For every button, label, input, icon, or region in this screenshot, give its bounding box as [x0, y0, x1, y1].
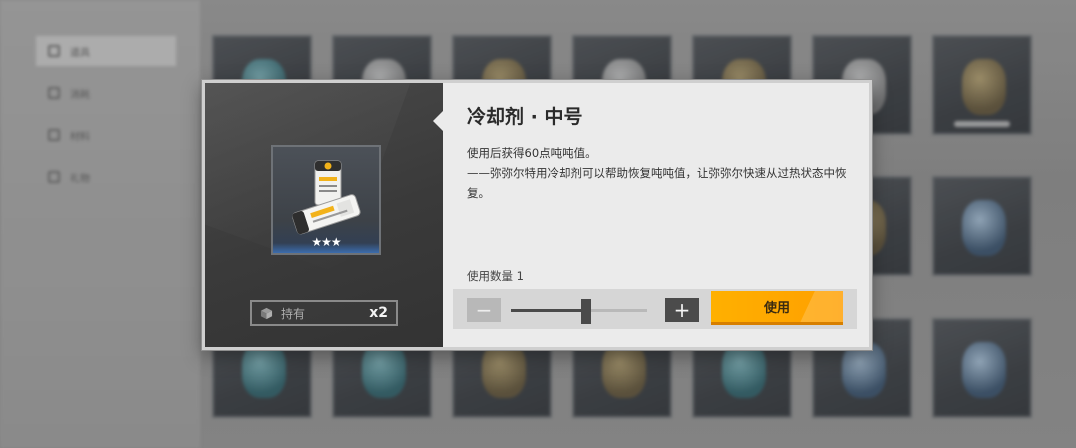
- quantity-label: 使用数量 1: [467, 269, 524, 283]
- rarity-stars: ★★★: [311, 235, 341, 249]
- use-button[interactable]: 使用: [711, 291, 843, 325]
- decrease-quantity-button[interactable]: −: [467, 298, 501, 322]
- quantity-slider[interactable]: [511, 309, 647, 312]
- quantity-slider-fill: [511, 309, 586, 312]
- owned-label: 持有: [281, 306, 306, 321]
- quantity-slider-handle[interactable]: [580, 299, 591, 324]
- panel-pointer: [433, 111, 443, 131]
- item-icon-frame: ★★★: [271, 145, 381, 255]
- cube-icon: [260, 307, 273, 319]
- item-preview-panel: ★★★ 持有 x2: [205, 83, 443, 347]
- owned-count: x2: [369, 305, 388, 321]
- item-description-effect: 使用后获得60点吨吨值。: [467, 146, 597, 160]
- owned-count-box: 持有 x2: [250, 300, 398, 326]
- item-description-flavor: ——弥弥尔特用冷却剂可以帮助恢复吨吨值，让弥弥尔快速从过热状态中恢复。: [467, 166, 847, 200]
- coolant-item-icon: [292, 160, 361, 235]
- item-detail-panel: 冷却剂 · 中号 使用后获得60点吨吨值。 ——弥弥尔特用冷却剂可以帮助恢复吨吨…: [433, 83, 869, 347]
- item-description: 使用后获得60点吨吨值。 ——弥弥尔特用冷却剂可以帮助恢复吨吨值，让弥弥尔快速从…: [467, 143, 857, 203]
- item-title: 冷却剂 · 中号: [467, 106, 583, 128]
- item-use-dialog: ★★★ 持有 x2 冷却剂 · 中号 使用后获得60点吨吨值。 ——弥弥尔特用冷…: [202, 80, 872, 350]
- increase-quantity-button[interactable]: +: [665, 298, 699, 322]
- quantity-control-bar: − + 使用: [453, 289, 857, 329]
